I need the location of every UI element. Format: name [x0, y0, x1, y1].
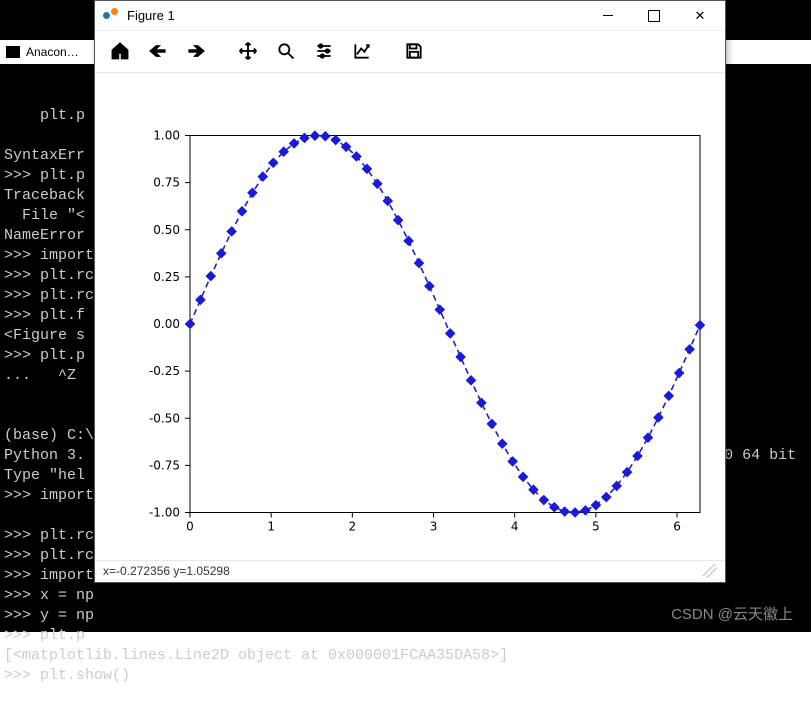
svg-text:6: 6: [673, 519, 681, 533]
matplotlib-icon: [103, 8, 119, 24]
configure-subplots-button[interactable]: [305, 32, 343, 70]
svg-text:5: 5: [592, 519, 600, 533]
pan-icon: [238, 41, 258, 61]
terminal-title: Anacon…: [26, 42, 79, 62]
maximize-button[interactable]: [631, 1, 677, 31]
close-button[interactable]: [677, 1, 723, 31]
save-icon: [404, 41, 424, 61]
svg-text:-0.75: -0.75: [149, 458, 180, 472]
cursor-coords: x=-0.272356 y=1.05298: [103, 564, 230, 578]
edit-axes-button[interactable]: [343, 32, 381, 70]
figure-toolbar: [95, 31, 725, 73]
zoom-icon: [276, 41, 296, 61]
pan-button[interactable]: [229, 32, 267, 70]
resize-grip-icon[interactable]: [703, 564, 717, 578]
figure-title: Figure 1: [127, 8, 175, 23]
svg-text:0.25: 0.25: [153, 270, 180, 284]
svg-text:0: 0: [186, 519, 194, 533]
back-button[interactable]: [139, 32, 177, 70]
save-figure-button[interactable]: [395, 32, 433, 70]
svg-text:0.50: 0.50: [153, 222, 180, 236]
svg-text:-1.00: -1.00: [149, 505, 180, 519]
svg-text:1: 1: [267, 519, 275, 533]
home-icon: [110, 41, 130, 61]
terminal-icon: [6, 46, 20, 58]
csdn-watermark: CSDN @云天徽上: [671, 603, 793, 624]
forward-arrow-icon: [186, 41, 206, 61]
axes-chart-icon: [352, 41, 372, 61]
figure-canvas[interactable]: -1.00 -0.75 -0.50 -0.25 0.00 0.25 0.50 0.75 1.00…: [95, 73, 725, 560]
sliders-icon: [314, 41, 334, 61]
svg-text:1.00: 1.00: [153, 128, 180, 142]
minimize-button[interactable]: [585, 1, 631, 31]
zoom-button[interactable]: [267, 32, 305, 70]
back-arrow-icon: [148, 41, 168, 61]
home-button[interactable]: [101, 32, 139, 70]
svg-text:-0.25: -0.25: [149, 364, 180, 378]
svg-text:2: 2: [349, 519, 357, 533]
figure-titlebar[interactable]: Figure 1: [95, 1, 725, 31]
svg-text:0.00: 0.00: [153, 317, 180, 331]
forward-button[interactable]: [177, 32, 215, 70]
svg-text:4: 4: [511, 519, 519, 533]
matplotlib-figure-window: Figure 1 -1.00-0: [94, 0, 726, 583]
svg-text:0.75: 0.75: [153, 175, 180, 189]
svg-text:3: 3: [430, 519, 438, 533]
svg-text:-0.50: -0.50: [149, 411, 180, 425]
figure-statusbar: x=-0.272356 y=1.05298: [95, 560, 725, 582]
